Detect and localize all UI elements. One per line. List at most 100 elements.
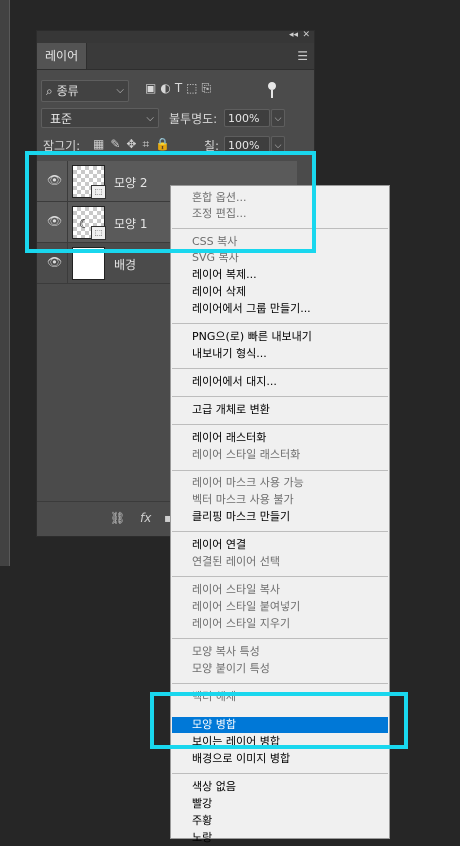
menu-separator [172, 773, 388, 774]
link-layers-icon[interactable]: ⛓ [110, 511, 125, 525]
layer-thumbnail [72, 247, 105, 280]
adjustment-filter-icon[interactable]: ◐ [160, 81, 174, 95]
menu-item-quick-export-png[interactable]: PNG으(로) 빠른 내보내기 [172, 329, 388, 345]
menu-item-disable-vector-mask[interactable]: 벡터 마스크 사용 불가 [172, 492, 388, 508]
filter-kind-select[interactable]: ⌕ 종류 ⌵ [41, 80, 129, 102]
context-menu: 혼합 옵션... 조정 편집... CSS 복사 SVG 복사 레이어 복제..… [170, 185, 390, 844]
menu-item-copy-layer-style[interactable]: 레이어 스타일 복사 [172, 582, 388, 598]
filter-row: ⌕ 종류 ⌵ ▣◐T⬚⎘ [37, 78, 314, 104]
blend-mode-value: 표준 [50, 112, 73, 126]
opacity-dropdown-icon[interactable]: ⌵ [271, 109, 285, 127]
lock-row: 잠그기: ▦✎✥⌗🔒 칠: 100% ⌵ [37, 135, 314, 157]
menu-item-edit-adjustment[interactable]: 조정 편집... [172, 206, 388, 222]
filter-kind-label: 종류 [56, 84, 79, 98]
tab-layers[interactable]: 레이어 [37, 43, 88, 69]
menu-item-select-linked-layers[interactable]: 연결된 레이어 선택 [172, 554, 388, 570]
menu-item-enable-layer-mask[interactable]: 레이어 마스크 사용 가능 [172, 475, 388, 491]
menu-item-blending-options[interactable]: 혼합 옵션... [172, 190, 388, 206]
blend-row: 표준 ⌵ 불투명도: 100% ⌵ [37, 106, 314, 130]
menu-item-paste-shape-attributes[interactable]: 모양 붙이기 특성 [172, 661, 388, 677]
fill-dropdown-icon[interactable]: ⌵ [271, 136, 285, 154]
blend-mode-select[interactable]: 표준 ⌵ [41, 108, 159, 128]
layer-thumbnail: ☾ ⬚ [72, 206, 106, 240]
menu-item-flatten-image[interactable]: 배경으로 이미지 병합 [172, 751, 388, 767]
menu-separator [172, 228, 388, 229]
eye-icon[interactable]: 👁 [47, 214, 62, 228]
divider [67, 161, 68, 201]
lock-artboard-icon[interactable]: ⌗ [142, 137, 155, 151]
panel-menu-icon[interactable]: ☰ [297, 49, 308, 63]
divider [67, 243, 68, 283]
opacity-value: 100% [228, 112, 260, 125]
menu-separator [172, 683, 388, 684]
panel-tabs: 레이어 ☰ [37, 43, 314, 70]
collapse-icon[interactable]: ◂◂ [289, 30, 298, 40]
menu-item-merge-shapes[interactable]: 모양 병합 [172, 717, 388, 733]
menu-item-orange[interactable]: 주황 [172, 813, 388, 829]
filter-icons: ▣◐T⬚⎘ [145, 81, 215, 96]
menu-item-delete-layer[interactable]: 레이어 삭제 [172, 284, 388, 300]
fill-input[interactable]: 100% [224, 136, 270, 154]
opacity-input[interactable]: 100% [224, 109, 270, 127]
menu-separator [172, 368, 388, 369]
chevron-down-icon: ⌵ [146, 113, 154, 124]
menu-item-merge-visible[interactable]: 보이는 레이어 병합 [172, 734, 388, 750]
menu-separator [172, 470, 388, 471]
layer-name: 모양 2 [114, 176, 148, 190]
menu-item-artboard-from-layers[interactable]: 레이어에서 대지... [172, 374, 388, 390]
panel-title-bar: ◂◂ ✕ [37, 30, 314, 43]
menu-item-copy-shape-attributes[interactable]: 모양 복사 특성 [172, 644, 388, 660]
lock-position-icon[interactable]: ✥ [126, 137, 142, 151]
menu-separator [172, 424, 388, 425]
menu-item-group-from-layers[interactable]: 레이어에서 그룹 만들기... [172, 301, 388, 317]
fill-value: 100% [228, 139, 260, 152]
eye-icon[interactable]: 👁 [47, 173, 62, 187]
smart-object-filter-icon[interactable]: ⎘ [202, 81, 216, 95]
menu-separator [172, 323, 388, 324]
menu-separator [172, 531, 388, 532]
menu-separator [172, 576, 388, 577]
layer-name: 모양 1 [114, 217, 148, 231]
menu-separator [172, 396, 388, 397]
shape-layer-badge-icon: ⬚ [91, 226, 106, 240]
menu-item-rasterize-layer[interactable]: 레이어 래스터화 [172, 430, 388, 446]
divider [67, 202, 68, 242]
menu-item-create-clipping-mask[interactable]: 클리핑 마스크 만들기 [172, 509, 388, 525]
shape-layer-badge-icon: ⬚ [91, 185, 106, 199]
lock-pixels-icon[interactable]: ✎ [110, 137, 126, 151]
filter-toggle-icon[interactable] [268, 82, 276, 90]
opacity-label: 불투명도: [169, 112, 218, 126]
menu-item-convert-to-smart-object[interactable]: 고급 개체로 변환 [172, 402, 388, 418]
crescent-shape-icon: ☾ [79, 217, 90, 231]
menu-item-export-as[interactable]: 내보내기 형식... [172, 346, 388, 362]
lock-icons: ▦✎✥⌗🔒 [93, 137, 176, 152]
pixel-filter-icon[interactable]: ▣ [145, 81, 160, 95]
chevron-down-icon: ⌵ [116, 85, 124, 96]
left-panel-edge [0, 0, 10, 566]
menu-item-release-vector[interactable]: 벡터 해제 [172, 689, 388, 705]
menu-item-clear-layer-style[interactable]: 레이어 스타일 지우기 [172, 616, 388, 632]
layer-thumbnail: ⬚ [72, 165, 106, 199]
shape-filter-icon[interactable]: ⬚ [186, 81, 201, 95]
search-icon: ⌕ [46, 84, 53, 98]
menu-item-yellow[interactable]: 노랑 [172, 830, 388, 846]
layer-name: 배경 [114, 258, 137, 272]
menu-item-paste-layer-style[interactable]: 레이어 스타일 붙여넣기 [172, 599, 388, 615]
menu-item-duplicate-layer[interactable]: 레이어 복제... [172, 267, 388, 283]
menu-item-link-layers[interactable]: 레이어 연결 [172, 537, 388, 553]
lock-transparency-icon[interactable]: ▦ [93, 137, 110, 151]
type-filter-icon[interactable]: T [175, 81, 186, 95]
menu-item-no-color[interactable]: 색상 없음 [172, 779, 388, 795]
menu-item-rasterize-layer-style[interactable]: 레이어 스타일 래스터화 [172, 447, 388, 463]
lock-label: 잠그기: [43, 139, 81, 153]
close-icon[interactable]: ✕ [302, 30, 310, 40]
menu-separator [172, 638, 388, 639]
menu-item-red[interactable]: 빨강 [172, 796, 388, 812]
menu-item-copy-css[interactable]: CSS 복사 [172, 234, 388, 250]
fx-icon[interactable]: fx [140, 511, 151, 525]
eye-icon[interactable]: 👁 [47, 255, 62, 269]
filter-toggle-stem [271, 90, 273, 98]
lock-all-icon[interactable]: 🔒 [155, 137, 176, 151]
menu-item-copy-svg[interactable]: SVG 복사 [172, 250, 388, 266]
fill-label: 칠: [204, 139, 220, 153]
